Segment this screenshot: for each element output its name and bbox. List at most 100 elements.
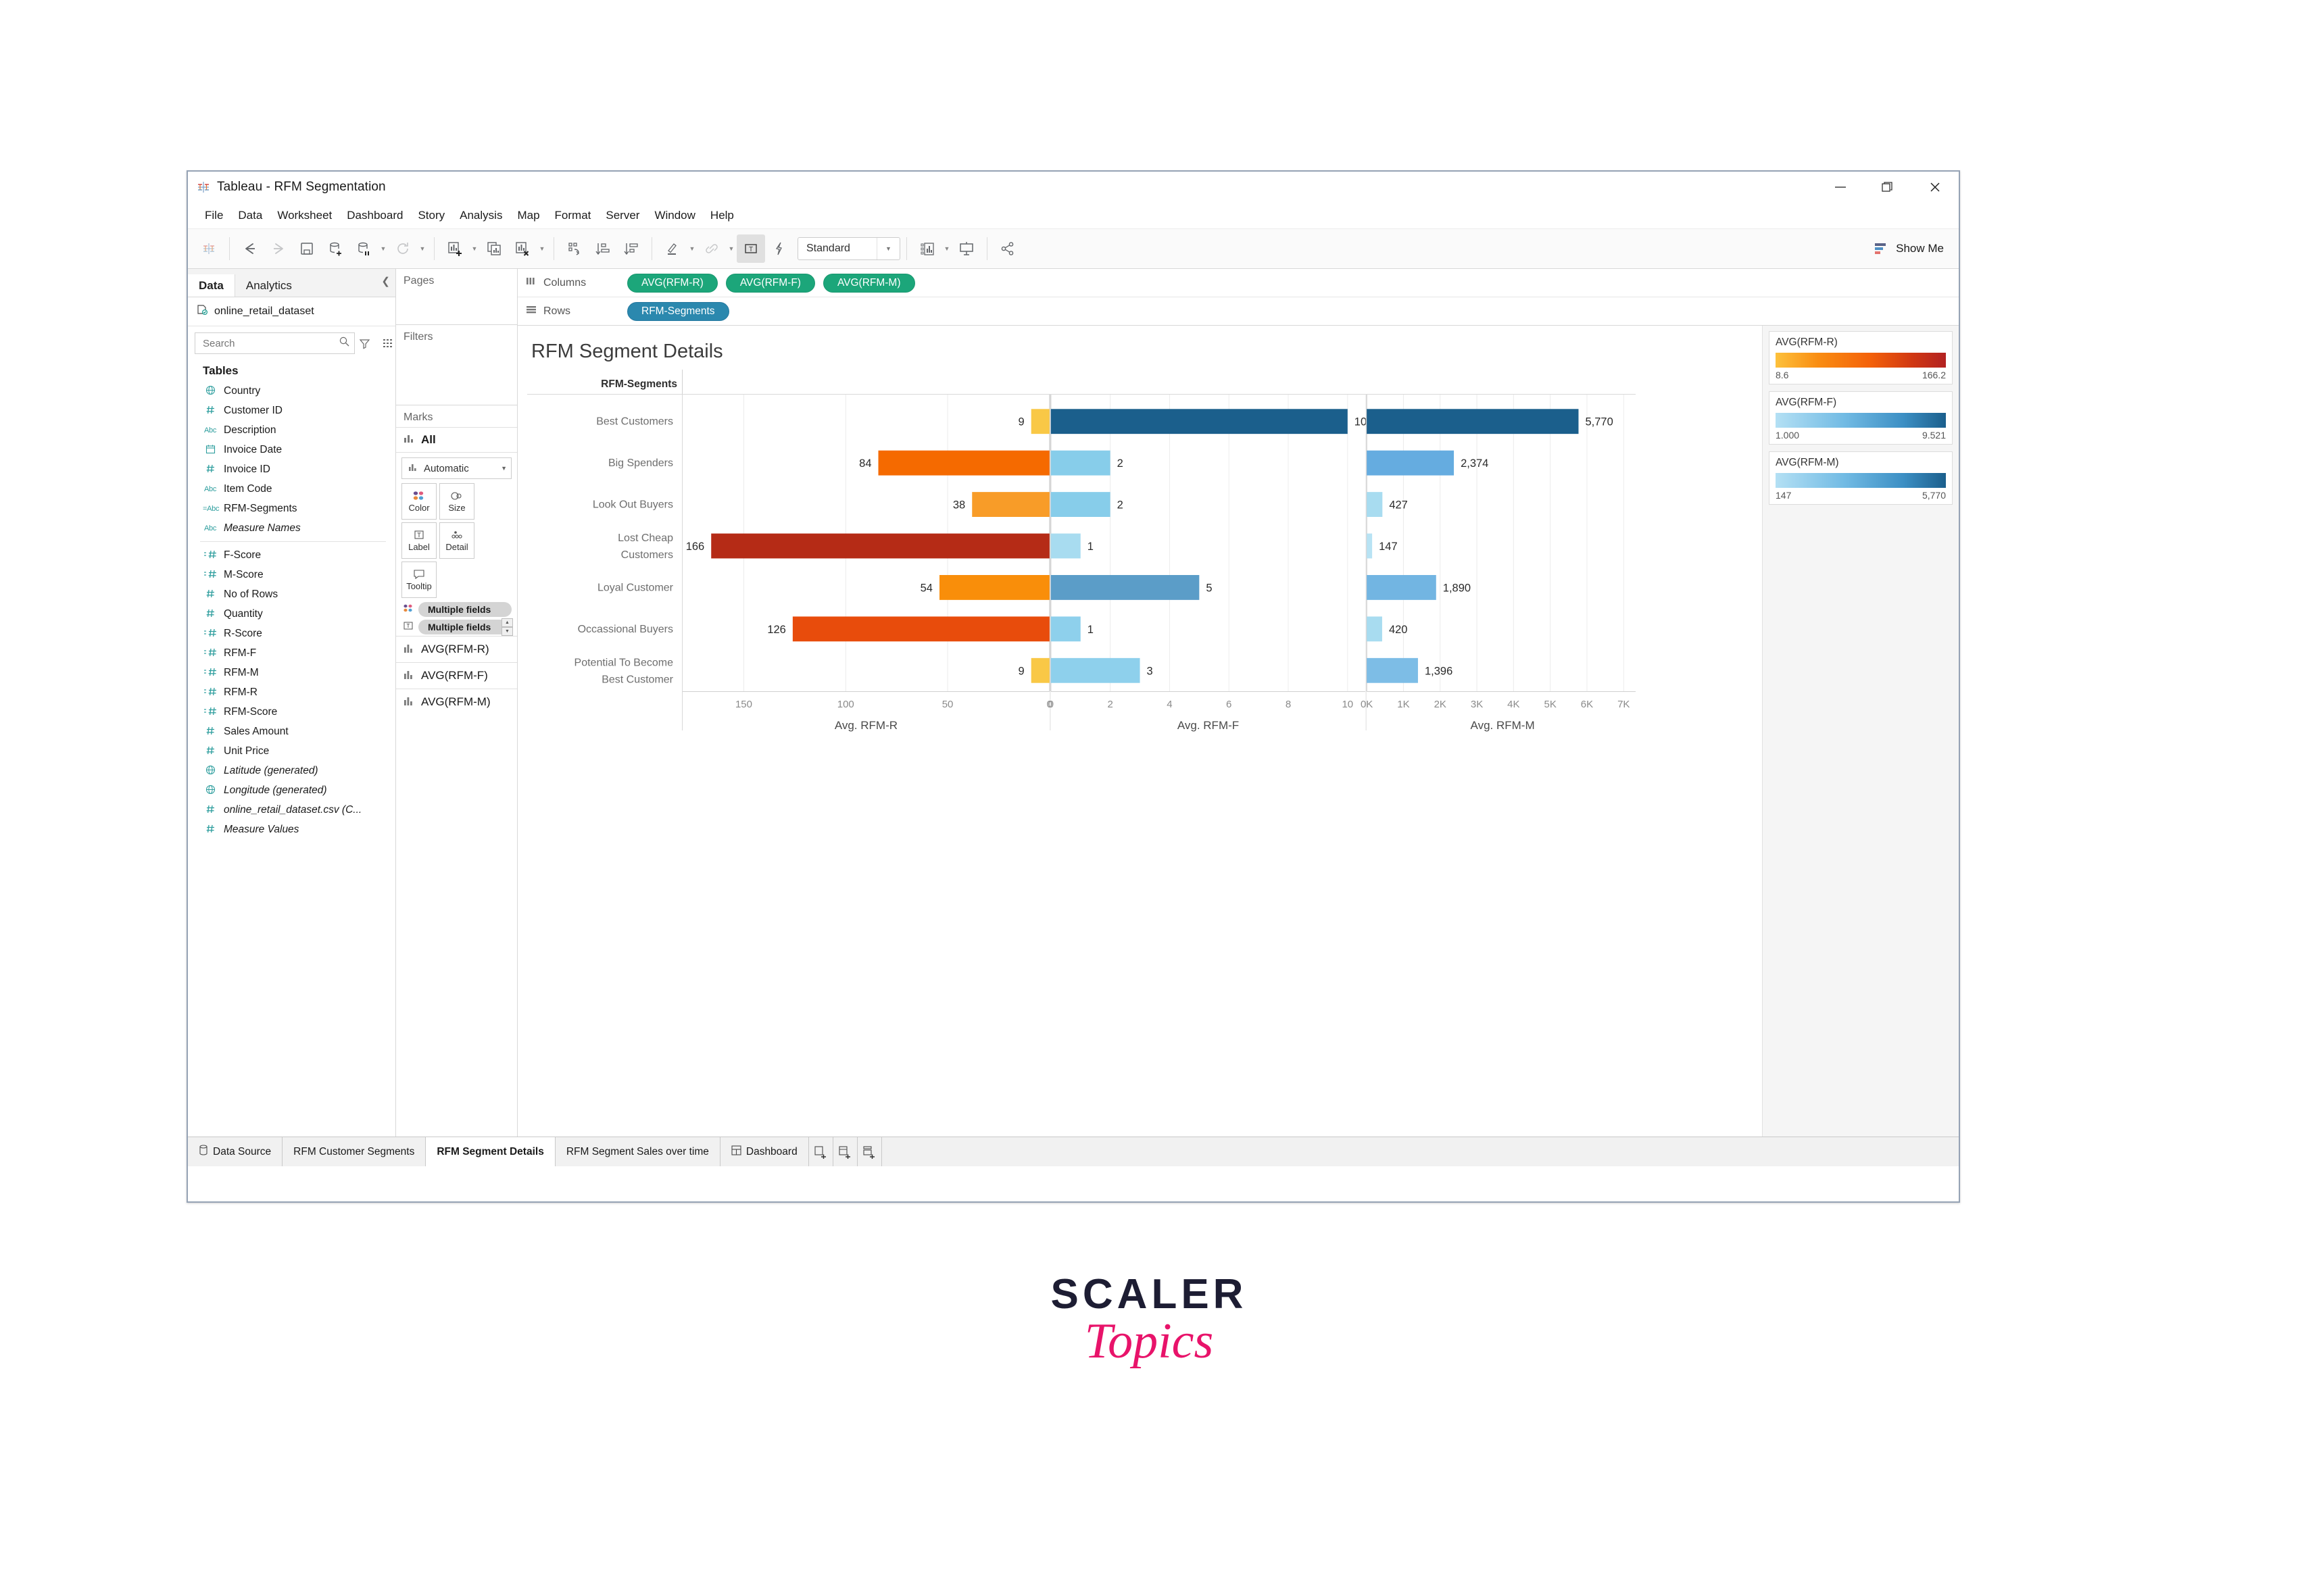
- field-customer-id[interactable]: Customer ID: [188, 401, 395, 420]
- menu-item-story[interactable]: Story: [410, 207, 452, 224]
- rows-shelf[interactable]: Rows RFM-Segments: [518, 297, 1959, 326]
- menu-item-data[interactable]: Data: [230, 207, 270, 224]
- field-invoice-id[interactable]: Invoice ID: [188, 459, 395, 479]
- pill-avg-rfm-r[interactable]: AVG(RFM-R): [627, 273, 718, 293]
- spinner-up-icon[interactable]: ▲: [502, 618, 513, 627]
- bar[interactable]: [1050, 616, 1081, 642]
- bar[interactable]: [939, 575, 1050, 600]
- size-button[interactable]: Size: [439, 483, 474, 520]
- rfm-bar-chart[interactable]: RFM-Segments Best Customers Big Spenders Lo…: [527, 370, 1639, 789]
- detail-button[interactable]: Detail: [439, 522, 474, 559]
- new-dashboard-tab-button[interactable]: [833, 1137, 858, 1166]
- show-me-button[interactable]: Show Me: [1874, 241, 1944, 256]
- save-icon[interactable]: [293, 234, 321, 263]
- tab-analytics[interactable]: Analytics: [235, 274, 303, 297]
- tableau-home-icon[interactable]: [195, 234, 223, 263]
- legend-card-avg-rfm-m[interactable]: AVG(RFM-M) 147 5,770: [1769, 451, 1953, 505]
- tab-rfm-segment-details[interactable]: RFM Segment Details: [426, 1137, 556, 1166]
- filters-dropzone[interactable]: [396, 348, 517, 405]
- chart-pane-avg-rfm-m[interactable]: 5,770 2,374 427 147 1,890 420 1,396 0K 1K 2K 3K 4K 5…: [1361, 395, 1638, 732]
- tab-rfm-customer-segments[interactable]: RFM Customer Segments: [283, 1137, 426, 1166]
- duplicate-sheet-icon[interactable]: [480, 234, 508, 263]
- bar[interactable]: [1367, 616, 1382, 642]
- search-box[interactable]: [195, 332, 355, 354]
- spinner-down-icon[interactable]: ▼: [502, 627, 513, 636]
- card-scroll-spinner[interactable]: ▲ ▼: [502, 618, 513, 636]
- forward-icon[interactable]: [264, 234, 293, 263]
- back-icon[interactable]: [236, 234, 264, 263]
- menu-item-help[interactable]: Help: [703, 207, 741, 224]
- data-source-row[interactable]: online_retail_dataset: [188, 297, 395, 326]
- bar[interactable]: [972, 492, 1050, 517]
- bar[interactable]: [1050, 492, 1110, 517]
- new-worksheet-tab-button[interactable]: [809, 1137, 833, 1166]
- field-item-code[interactable]: Abc Item Code: [188, 479, 395, 499]
- bar[interactable]: [792, 616, 1050, 642]
- label-button[interactable]: T Label: [401, 522, 437, 559]
- field-rfm-f[interactable]: RFM-F: [188, 643, 395, 663]
- field-online-retail-dataset-csv-c[interactable]: online_retail_dataset.csv (C...: [188, 800, 395, 820]
- legend-card-avg-rfm-f[interactable]: AVG(RFM-F) 1.000 9.521: [1769, 391, 1953, 445]
- field-measure-names[interactable]: Abc Measure Names: [188, 518, 395, 538]
- row-label[interactable]: Big Spenders: [608, 457, 673, 469]
- bar[interactable]: [1050, 657, 1140, 683]
- fit-caret-icon[interactable]: ▼: [877, 238, 900, 259]
- fit-dropdown[interactable]: Standard ▼: [798, 237, 900, 260]
- field-r-score[interactable]: R-Score: [188, 624, 395, 643]
- presentation-mode-icon[interactable]: [952, 234, 981, 263]
- menu-item-server[interactable]: Server: [598, 207, 647, 224]
- menu-item-format[interactable]: Format: [547, 207, 599, 224]
- chart-area[interactable]: RFM-Segments Best Customers Big Spenders Lo…: [527, 370, 1762, 792]
- sort-ascending-icon[interactable]: [589, 234, 617, 263]
- tab-data-source[interactable]: Data Source: [188, 1137, 283, 1166]
- bar[interactable]: [711, 533, 1050, 559]
- tooltip-button[interactable]: Tooltip: [401, 562, 437, 598]
- bar[interactable]: [1367, 657, 1418, 683]
- bar[interactable]: [1367, 492, 1383, 517]
- menu-item-analysis[interactable]: Analysis: [452, 207, 510, 224]
- refresh-icon[interactable]: [389, 234, 417, 263]
- new-worksheet-caret-icon[interactable]: ▼: [469, 234, 480, 263]
- bar[interactable]: [878, 450, 1050, 476]
- label-pill[interactable]: Multiple fields: [418, 620, 512, 634]
- bar[interactable]: [1031, 657, 1050, 683]
- show-mark-labels-icon[interactable]: T: [737, 234, 765, 263]
- menu-item-map[interactable]: Map: [510, 207, 547, 224]
- share-icon[interactable]: [994, 234, 1022, 263]
- swap-rows-columns-icon[interactable]: [560, 234, 589, 263]
- bar[interactable]: [1367, 575, 1436, 600]
- highlighter-caret-icon[interactable]: ▼: [687, 234, 698, 263]
- list-view-icon[interactable]: [383, 334, 395, 353]
- field-sales-amount[interactable]: Sales Amount: [188, 722, 395, 741]
- worksheet-canvas[interactable]: RFM Segment Details RFM-Segments Best Cus…: [518, 326, 1763, 1137]
- group-icon[interactable]: [698, 234, 726, 263]
- refresh-caret-icon[interactable]: ▼: [417, 234, 428, 263]
- clear-sheet-icon[interactable]: [508, 234, 537, 263]
- filter-icon[interactable]: [359, 334, 370, 353]
- fix-axes-icon[interactable]: [765, 234, 793, 263]
- chevron-left-icon[interactable]: ❮: [381, 275, 390, 287]
- field-m-score[interactable]: M-Score: [188, 565, 395, 584]
- pause-updates-caret-icon[interactable]: ▼: [378, 234, 389, 263]
- bar[interactable]: [1050, 533, 1081, 559]
- pill-avg-rfm-f[interactable]: AVG(RFM-F): [725, 273, 815, 293]
- tab-rfm-segment-sales-over-time[interactable]: RFM Segment Sales over time: [555, 1137, 720, 1166]
- menu-item-dashboard[interactable]: Dashboard: [339, 207, 410, 224]
- search-input[interactable]: [201, 336, 339, 350]
- menu-item-file[interactable]: File: [197, 207, 230, 224]
- search-icon[interactable]: [339, 336, 350, 351]
- pill-avg-rfm-m[interactable]: AVG(RFM-M): [823, 273, 915, 293]
- measure-card-avg-rfm-r[interactable]: AVG(RFM-R): [396, 636, 517, 662]
- fit-axis-caret-icon[interactable]: ▼: [942, 234, 952, 263]
- field-country[interactable]: Country: [188, 381, 395, 401]
- pill-rfm-segments[interactable]: RFM-Segments: [627, 301, 729, 321]
- field-latitude-generated[interactable]: Latitude (generated): [188, 761, 395, 780]
- pause-updates-icon[interactable]: [349, 234, 378, 263]
- field-quantity[interactable]: Quantity: [188, 604, 395, 624]
- field-f-score[interactable]: F-Score: [188, 545, 395, 565]
- minimize-button[interactable]: [1817, 172, 1864, 203]
- new-worksheet-icon[interactable]: [441, 234, 469, 263]
- new-story-tab-button[interactable]: [858, 1137, 882, 1166]
- fit-axis-icon[interactable]: [913, 234, 942, 263]
- menu-item-worksheet[interactable]: Worksheet: [270, 207, 339, 224]
